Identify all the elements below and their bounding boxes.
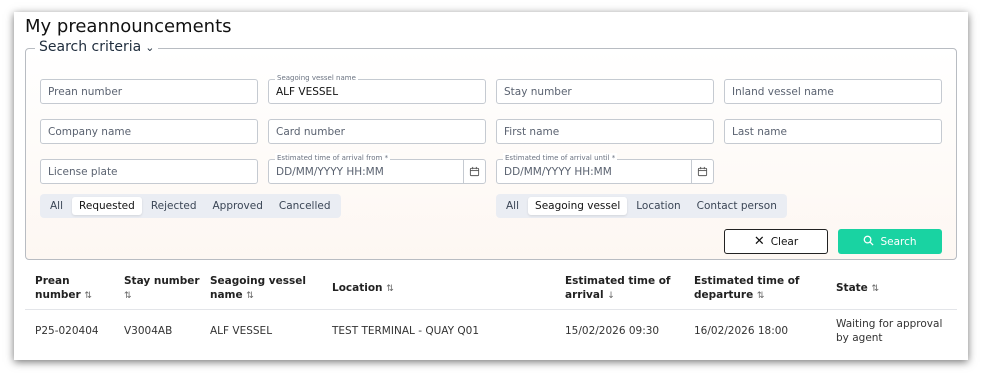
eta-from-label: Estimated time of arrival from * <box>275 153 391 163</box>
search-criteria-panel: Search criteria ⌄ Prean number Seagoing … <box>25 39 957 260</box>
cell-vessel: ALF VESSEL <box>210 325 273 337</box>
status-filter-all[interactable]: All <box>43 197 70 215</box>
clear-label: Clear <box>770 235 799 248</box>
header-line: Estimated time of <box>565 275 671 287</box>
search-label: Search <box>880 235 917 248</box>
header-line: Location <box>332 282 383 294</box>
sort-icon: ⇅ <box>871 284 880 294</box>
first-name-placeholder: First name <box>504 125 560 138</box>
eta-until-input[interactable]: Estimated time of arrival until * DD/MM/… <box>496 153 714 184</box>
type-filter-contact-person[interactable]: Contact person <box>690 197 784 215</box>
type-filter: All Seagoing vessel Location Contact per… <box>496 194 787 218</box>
header-line: arrival <box>565 289 604 301</box>
col-header-state[interactable]: State ⇅ <box>836 281 879 296</box>
col-header-arrival[interactable]: Estimated time of arrival ↓ <box>565 274 671 303</box>
seagoing-vessel-input[interactable]: Seagoing vessel name ALF VESSEL <box>268 73 486 104</box>
header-line: departure <box>694 289 754 301</box>
eta-from-input[interactable]: Estimated time of arrival from * DD/MM/Y… <box>268 153 486 184</box>
status-filter-cancelled[interactable]: Cancelled <box>272 197 338 215</box>
sort-icon: ⇅ <box>246 291 254 301</box>
cell-state: Waiting for approval by agent <box>836 317 942 345</box>
close-icon: ✕ <box>753 234 765 249</box>
prean-number-placeholder: Prean number <box>48 85 123 98</box>
cell-prean: P25-020404 <box>35 325 99 337</box>
col-header-stay-number[interactable]: Stay number ⇅ <box>124 274 200 303</box>
status-filter-requested[interactable]: Requested <box>72 197 142 215</box>
row-divider <box>25 309 957 310</box>
search-button[interactable]: Search <box>838 229 942 254</box>
license-plate-placeholder: License plate <box>48 165 118 178</box>
company-name-placeholder: Company name <box>48 125 132 138</box>
status-filter-rejected[interactable]: Rejected <box>144 197 204 215</box>
last-name-input[interactable]: Last name <box>724 119 942 144</box>
header-line: Stay number <box>124 275 200 287</box>
cell-location: TEST TERMINAL - QUAY Q01 <box>332 325 480 337</box>
sort-icon: ⇅ <box>84 291 92 301</box>
header-line: name <box>210 289 243 301</box>
chevron-down-icon: ⌄ <box>145 40 155 54</box>
col-header-departure[interactable]: Estimated time of departure ⇅ <box>694 274 800 303</box>
search-criteria-label: Search criteria <box>39 39 142 55</box>
eta-until-placeholder: DD/MM/YYYY HH:MM <box>504 165 612 178</box>
status-filter-approved[interactable]: Approved <box>206 197 270 215</box>
sort-desc-icon: ↓ <box>607 291 615 301</box>
cell-arrival: 15/02/2026 09:30 <box>565 325 660 337</box>
header-line: number <box>35 289 81 301</box>
cell-stay: V3004AB <box>124 325 173 337</box>
sort-icon: ⇅ <box>124 291 132 301</box>
type-filter-seagoing-vessel[interactable]: Seagoing vessel <box>528 197 628 215</box>
prean-number-input[interactable]: Prean number <box>40 79 258 104</box>
calendar-icon[interactable] <box>463 160 485 183</box>
cell-departure: 16/02/2026 18:00 <box>694 325 789 337</box>
stay-number-input[interactable]: Stay number <box>496 79 714 104</box>
header-line: Estimated time of <box>694 275 800 287</box>
company-name-input[interactable]: Company name <box>40 119 258 144</box>
clear-button[interactable]: ✕ Clear <box>724 229 828 254</box>
state-line: Waiting for approval <box>836 318 943 330</box>
inland-vessel-input[interactable]: Inland vessel name <box>724 79 942 104</box>
search-criteria-toggle[interactable]: Search criteria ⌄ <box>35 39 159 55</box>
page-title: My preannouncements <box>25 16 232 37</box>
seagoing-vessel-label: Seagoing vessel name <box>275 73 358 83</box>
status-filter: All Requested Rejected Approved Cancelle… <box>40 194 341 218</box>
card-number-placeholder: Card number <box>276 125 345 138</box>
card-number-input[interactable]: Card number <box>268 119 486 144</box>
header-line: Seagoing vessel <box>210 275 306 287</box>
sort-icon: ⇅ <box>756 291 765 301</box>
calendar-icon[interactable] <box>691 160 713 183</box>
app-frame: My preannouncements Search criteria ⌄ Pr… <box>14 12 968 360</box>
stay-number-placeholder: Stay number <box>504 85 572 98</box>
license-plate-input[interactable]: License plate <box>40 159 258 184</box>
type-filter-location[interactable]: Location <box>629 197 687 215</box>
col-header-prean-number[interactable]: Prean number ⇅ <box>35 274 92 303</box>
seagoing-vessel-value: ALF VESSEL <box>276 85 339 98</box>
col-header-vessel-name[interactable]: Seagoing vessel name ⇅ <box>210 274 306 303</box>
inland-vessel-placeholder: Inland vessel name <box>732 85 834 98</box>
eta-until-label: Estimated time of arrival until * <box>503 153 618 163</box>
last-name-placeholder: Last name <box>732 125 787 138</box>
type-filter-all[interactable]: All <box>499 197 526 215</box>
header-line: State <box>836 282 868 294</box>
state-line: by agent <box>836 332 883 344</box>
eta-from-placeholder: DD/MM/YYYY HH:MM <box>276 165 384 178</box>
header-line: Prean <box>35 275 70 287</box>
search-icon <box>863 235 874 249</box>
sort-icon: ⇅ <box>386 284 394 294</box>
col-header-location[interactable]: Location ⇅ <box>332 281 394 296</box>
first-name-input[interactable]: First name <box>496 119 714 144</box>
